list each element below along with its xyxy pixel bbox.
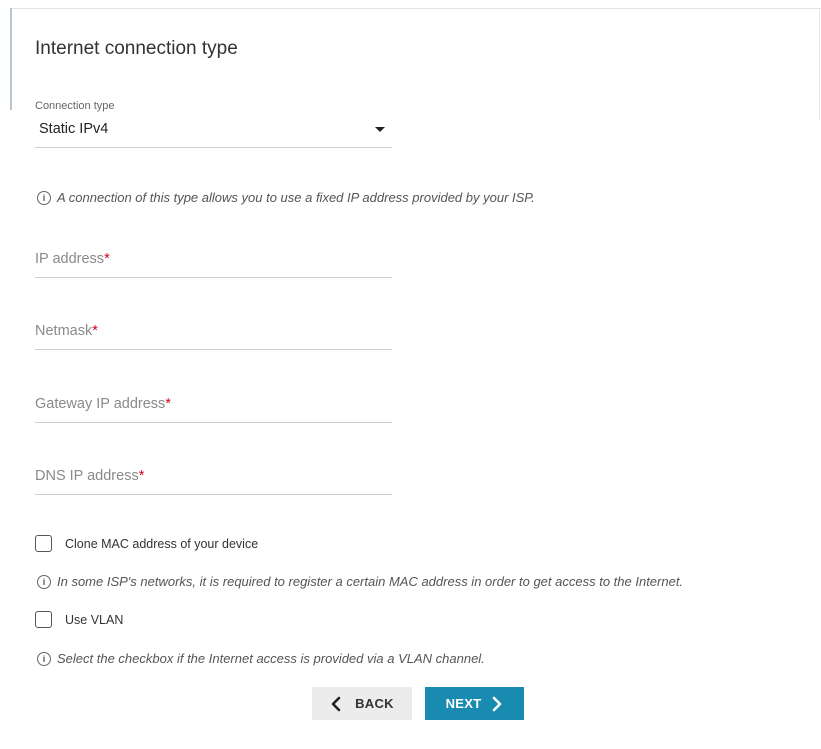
back-button[interactable]: BACK — [312, 687, 412, 720]
clone-mac-option[interactable]: Clone MAC address of your device — [35, 535, 258, 552]
info-icon: i — [37, 574, 51, 589]
use-vlan-hint-text: Select the checkbox if the Internet acce… — [57, 651, 485, 666]
next-button[interactable]: NEXT — [425, 687, 524, 720]
connection-type-value: Static IPv4 — [39, 121, 109, 137]
info-icon: i — [37, 190, 51, 205]
chevron-right-icon — [493, 696, 502, 711]
panel-right-border — [819, 8, 820, 120]
use-vlan-hint: i Select the checkbox if the Internet ac… — [37, 651, 485, 666]
gateway-ip-input[interactable] — [35, 382, 392, 422]
next-button-label: NEXT — [445, 696, 482, 711]
netmask-field[interactable]: Netmask* — [35, 309, 392, 350]
ip-address-input[interactable] — [35, 237, 392, 277]
clone-mac-checkbox[interactable] — [35, 535, 52, 552]
use-vlan-option[interactable]: Use VLAN — [35, 611, 123, 628]
info-icon: i — [37, 651, 51, 666]
connection-type-label: Connection type — [35, 100, 115, 112]
clone-mac-hint: i In some ISP's networks, it is required… — [37, 574, 683, 589]
chevron-left-icon — [331, 696, 341, 711]
page-title: Internet connection type — [35, 38, 238, 59]
clone-mac-hint-text: In some ISP's networks, it is required t… — [57, 574, 684, 589]
connection-type-hint-text: A connection of this type allows you to … — [57, 190, 535, 205]
dns-ip-field[interactable]: DNS IP address* — [35, 454, 392, 495]
use-vlan-checkbox[interactable] — [35, 611, 52, 628]
back-button-label: BACK — [355, 696, 394, 711]
ip-address-field[interactable]: IP address* — [35, 237, 392, 278]
connection-type-select[interactable]: Connection type Static IPv4 — [35, 98, 392, 148]
gateway-ip-field[interactable]: Gateway IP address* — [35, 382, 392, 423]
dns-ip-input[interactable] — [35, 454, 392, 494]
netmask-input[interactable] — [35, 309, 392, 349]
clone-mac-label: Clone MAC address of your device — [65, 536, 259, 551]
panel-left-border — [10, 8, 12, 110]
use-vlan-label: Use VLAN — [65, 612, 124, 627]
chevron-down-icon[interactable] — [375, 127, 385, 132]
connection-type-hint: i A connection of this type allows you t… — [37, 190, 535, 205]
